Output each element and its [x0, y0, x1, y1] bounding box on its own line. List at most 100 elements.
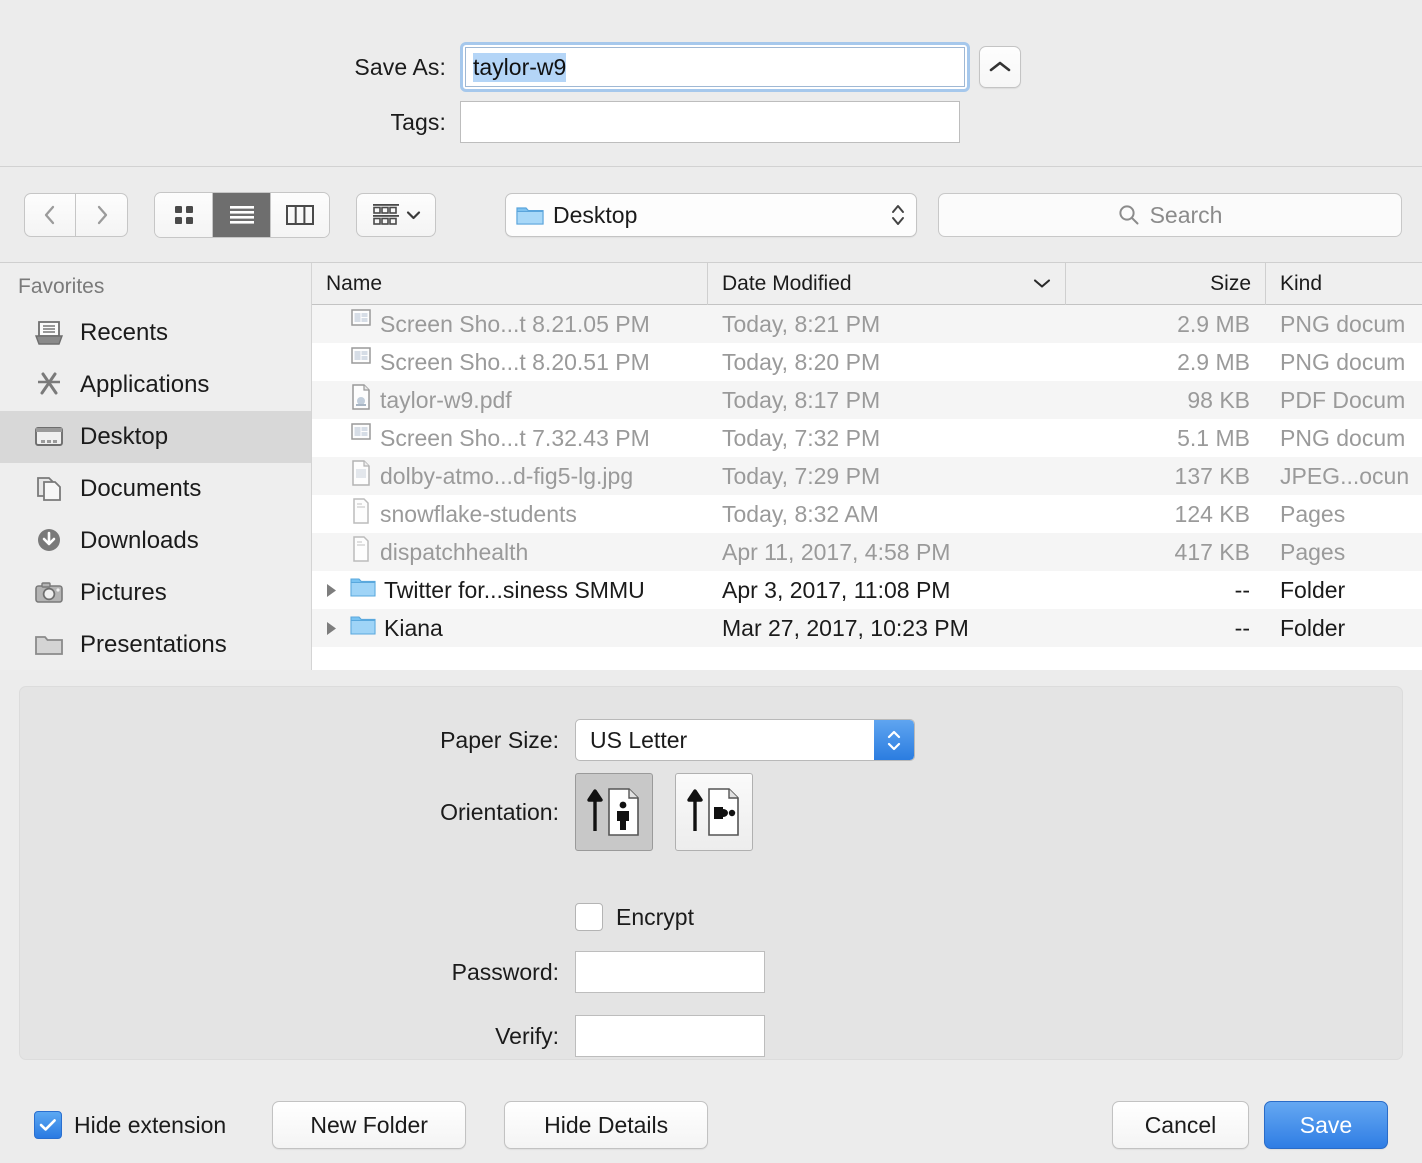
table-row[interactable]: dolby-atmo...d-fig5-lg.jpg Today, 7:29 PM…: [312, 457, 1422, 495]
file-name-cell: taylor-w9.pdf: [312, 384, 708, 416]
table-row[interactable]: snowflake-students Today, 8:32 AM 124 KB Pa…: [312, 495, 1422, 533]
table-row[interactable]: Screen Sho...t 8.20.51 PM Today, 8:20 PM 2…: [312, 343, 1422, 381]
encrypt-row: Encrypt: [20, 903, 694, 931]
chevron-down-icon: [1033, 279, 1051, 288]
sidebar-item-label: Documents: [80, 475, 202, 502]
file-size-cell: 124 KB: [1174, 500, 1250, 527]
back-button[interactable]: [24, 192, 76, 237]
sidebar-item-desktop[interactable]: Desktop: [0, 411, 311, 463]
view-mode-segmented-control: [154, 191, 330, 238]
hide-details-label: Hide Details: [544, 1111, 669, 1138]
sidebar-item-documents[interactable]: Documents: [0, 463, 311, 515]
column-header-size[interactable]: Size: [1066, 263, 1266, 305]
table-row[interactable]: Screen Sho...t 7.32.43 PM Today, 7:32 PM 5…: [312, 419, 1422, 457]
file-date-cell: Today, 7:32 PM: [722, 424, 881, 451]
save-as-input[interactable]: taylor-w9: [465, 47, 965, 87]
hide-details-button[interactable]: Hide Details: [504, 1101, 709, 1149]
file-list-body: Screen Sho...t 8.21.05 PM Today, 8:21 PM 2…: [312, 305, 1422, 647]
password-field[interactable]: [575, 951, 765, 993]
hide-extension-label: Hide extension: [74, 1111, 227, 1138]
sidebar-section-favorites: Favorites: [18, 275, 105, 298]
paper-size-label: Paper Size:: [440, 726, 559, 753]
documents-icon: [37, 477, 61, 501]
file-name-label: Screen Sho...t 8.20.51 PM: [380, 348, 650, 375]
verify-label: Verify:: [495, 1022, 559, 1049]
table-row[interactable]: dispatchhealth Apr 11, 2017, 4:58 PM 417 K…: [312, 533, 1422, 571]
search-placeholder: Search: [1149, 201, 1223, 228]
path-popup-button[interactable]: Desktop: [505, 193, 917, 237]
sidebar-item-label: Desktop: [80, 423, 169, 450]
checkmark-icon: [39, 1119, 56, 1131]
sidebar-item-applications[interactable]: Applications: [0, 359, 311, 411]
save-as-row: Save As: taylor-w9: [0, 42, 1030, 92]
forward-button[interactable]: [76, 192, 128, 237]
sidebar-item-downloads[interactable]: Downloads: [0, 515, 311, 567]
browser-toolbar: Desktop Search: [0, 166, 1422, 262]
hide-extension-checkbox[interactable]: [34, 1111, 62, 1139]
search-icon: [1118, 205, 1139, 225]
disclosure-triangle[interactable]: [320, 582, 342, 599]
column-header-kind[interactable]: Kind: [1266, 263, 1422, 305]
chevron-up-icon[interactable]: [979, 46, 1021, 88]
list-view-button[interactable]: [213, 192, 271, 237]
file-size-cell: 2.9 MB: [1177, 348, 1250, 375]
new-folder-button[interactable]: New Folder: [272, 1101, 467, 1149]
column-view-button[interactable]: [271, 192, 329, 237]
file-date-cell: Today, 8:32 AM: [722, 500, 879, 527]
cancel-button[interactable]: Cancel: [1112, 1101, 1249, 1149]
sidebar-item-label: Recents: [80, 319, 169, 346]
file-name-label: dolby-atmo...d-fig5-lg.jpg: [380, 462, 634, 489]
file-name-cell: Twitter for...siness SMMU: [312, 576, 708, 604]
recents-icon: [34, 321, 64, 345]
search-input[interactable]: Search: [938, 193, 1402, 237]
file-date-cell: Today, 8:20 PM: [722, 348, 881, 375]
cancel-label: Cancel: [1144, 1111, 1217, 1138]
orientation-landscape-button[interactable]: [675, 773, 753, 851]
paper-size-value: US Letter: [590, 726, 688, 753]
disclosure-triangle-icon: [326, 621, 336, 635]
file-date-cell: Apr 3, 2017, 11:08 PM: [722, 576, 951, 603]
file-name-cell: dolby-atmo...d-fig5-lg.jpg: [312, 460, 708, 492]
hide-extension-control[interactable]: Hide extension: [34, 1111, 226, 1139]
table-row[interactable]: Kiana Mar 27, 2017, 10:23 PM -- Folder: [312, 609, 1422, 647]
file-size-cell: --: [1234, 614, 1250, 641]
table-row[interactable]: Twitter for...siness SMMU Apr 3, 2017, 11…: [312, 571, 1422, 609]
tags-row: Tags:: [0, 101, 1030, 143]
file-name-label: Screen Sho...t 7.32.43 PM: [380, 424, 650, 451]
file-date-cell: Apr 11, 2017, 4:58 PM: [722, 538, 951, 565]
icon-view-button[interactable]: [155, 192, 213, 237]
updown-chevrons-icon: [892, 205, 904, 225]
file-kind-cell: PNG docum: [1280, 310, 1406, 337]
sidebar-item-pictures[interactable]: Pictures: [0, 567, 311, 619]
file-date-cell: Today, 7:29 PM: [722, 462, 881, 489]
file-kind-cell: JPEG...ocun: [1280, 462, 1410, 489]
orientation-portrait-button[interactable]: [575, 773, 653, 851]
file-kind-cell: Folder: [1280, 614, 1346, 641]
file-name-label: dispatchhealth: [380, 538, 529, 565]
arrange-button[interactable]: [356, 192, 436, 237]
table-row[interactable]: Screen Sho...t 8.21.05 PM Today, 8:21 PM 2…: [312, 305, 1422, 343]
column-header-name[interactable]: Name: [312, 263, 708, 305]
column-header-label: Date Modified: [722, 271, 852, 295]
verify-field[interactable]: [575, 1015, 765, 1057]
sidebar-item-recents[interactable]: Recents: [0, 307, 311, 359]
disclosure-triangle[interactable]: [320, 620, 342, 637]
file-browser: Favorites Recents Applications Desktop D…: [0, 262, 1422, 670]
table-row[interactable]: taylor-w9.pdf Today, 8:17 PM 98 KB PDF Docu…: [312, 381, 1422, 419]
file-date-cell: Today, 8:17 PM: [722, 386, 881, 413]
navigation-buttons: [24, 192, 128, 237]
encrypt-checkbox[interactable]: [575, 903, 603, 931]
paper-size-select[interactable]: US Letter: [575, 719, 915, 761]
file-size-cell: 417 KB: [1174, 538, 1250, 565]
pictures-icon: [35, 582, 63, 603]
column-header-date-modified[interactable]: Date Modified: [708, 263, 1066, 305]
save-button[interactable]: Save: [1264, 1101, 1388, 1149]
folder-icon: [35, 636, 63, 655]
tags-input[interactable]: [460, 101, 960, 143]
sidebar-item-presentations[interactable]: Presentations: [0, 619, 311, 670]
desktop-icon: [35, 427, 63, 446]
file-name-cell: snowflake-students: [312, 498, 708, 530]
file-date-cell: Mar 27, 2017, 10:23 PM: [722, 614, 969, 641]
downloads-icon: [38, 529, 60, 551]
sidebar-item-label: Presentations: [80, 631, 227, 658]
